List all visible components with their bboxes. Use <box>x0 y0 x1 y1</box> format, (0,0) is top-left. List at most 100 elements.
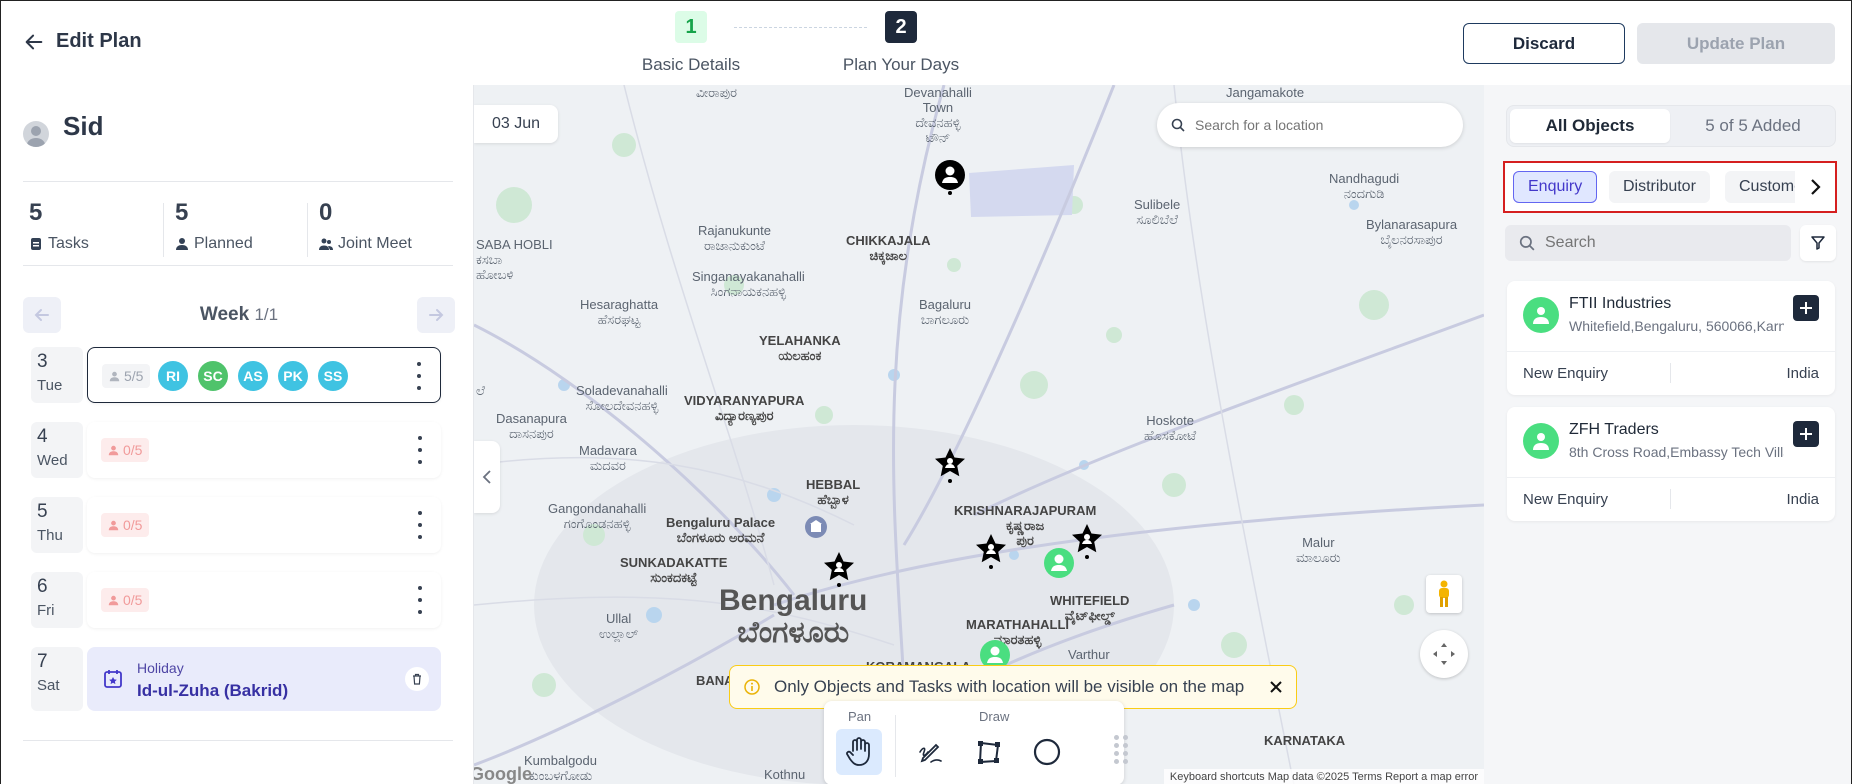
assignee-avatar[interactable]: AS <box>238 361 268 391</box>
map-label: CHIKKAJALA ಚಿಕ್ಕಜಾಲ <box>846 233 931 263</box>
map-label: Hesaraghatta ಹೆಸರಘಟ್ಟ <box>580 297 659 327</box>
stats-row: 5 Tasks 5 Planned 0 Joint Meet <box>23 199 453 259</box>
map-label: Bengaluru Palace ಬೆಂಗಳೂರು ಅರಮನೆ <box>666 515 776 545</box>
map-attribution: Keyboard shortcuts Map data ©2025 Terms … <box>1163 769 1484 784</box>
tab-added-objects[interactable]: 5 of 5 Added <box>1673 109 1833 143</box>
collapse-panel-button[interactable] <box>474 441 500 513</box>
date-chip[interactable]: 03 Jun <box>474 105 558 143</box>
chip-enquiry[interactable]: Enquiry <box>1513 171 1598 203</box>
location-pin-icon[interactable] <box>933 159 967 199</box>
circle-draw-button[interactable] <box>1024 729 1070 775</box>
day-weekday: Wed <box>37 452 68 469</box>
chevron-right-icon <box>1811 179 1821 195</box>
object-card[interactable]: ZFH Traders 8th Cross Road,Embassy Tech … <box>1507 407 1835 521</box>
distributor-pin-icon[interactable] <box>822 551 856 591</box>
day-row-tue[interactable]: 3 Tue 5/5 RI SC AS PK SS <box>31 347 441 403</box>
day-row-wed[interactable]: 4 Wed 0/5 <box>31 422 441 478</box>
map-label: KARNATAKA <box>1264 733 1346 748</box>
update-plan-button[interactable]: Update Plan <box>1637 23 1835 64</box>
assignee-avatar[interactable]: SS <box>318 361 348 391</box>
day-tag: 3 Tue <box>31 347 83 403</box>
user-name: Sid <box>63 111 104 141</box>
toolbar-divider <box>895 715 896 777</box>
header: Edit Plan 1 Basic Details 2 Plan Your Da… <box>1 1 1851 85</box>
page-title: Edit Plan <box>56 30 142 52</box>
task-count: 0/5 <box>123 517 143 533</box>
day-row-sat: 7 Sat Holiday Id-ul-Zuha (Bakrid) <box>31 647 441 711</box>
day-tag: 4 Wed <box>31 422 83 478</box>
day-weekday: Thu <box>37 527 63 544</box>
map-label: HEBBAL ಹೆಬ್ಬಾಳ <box>806 477 861 507</box>
step-number: 2 <box>885 11 917 43</box>
object-card[interactable]: FTII Industries Whitefield,Bengaluru, 56… <box>1507 281 1835 395</box>
distributor-pin-icon[interactable] <box>974 533 1008 573</box>
task-count-badge: 0/5 <box>101 513 150 537</box>
day-row-fri[interactable]: 6 Fri 0/5 <box>31 572 441 628</box>
google-logo: Google <box>474 764 532 784</box>
plus-icon <box>1800 428 1812 440</box>
chips-next-button[interactable] <box>1795 163 1835 211</box>
day-tag: 6 Fri <box>31 572 83 628</box>
day-row-thu[interactable]: 5 Thu 0/5 <box>31 497 441 553</box>
street-view-pegman-icon[interactable] <box>1426 575 1462 613</box>
distributor-pin-icon[interactable] <box>933 447 967 487</box>
map-label: Madavara ಮದವರ <box>579 443 637 473</box>
step-plan-your-days[interactable]: 2 Plan Your Days <box>821 11 981 75</box>
divider <box>1507 477 1835 478</box>
map-label: ವೀರಾಪುರ <box>696 85 738 100</box>
close-icon[interactable] <box>1268 679 1284 695</box>
map-label: Rajanukunte ರಾಜಾನುಕುಂಟೆ <box>698 223 771 253</box>
location-search[interactable] <box>1157 103 1463 147</box>
freehand-draw-button[interactable] <box>908 729 954 775</box>
map-label: SABA HOBLI ಕಸಬಾ ಹೋಬಳಿ <box>476 237 553 282</box>
day-tag: 5 Thu <box>31 497 83 553</box>
calendar-star-icon <box>104 670 122 688</box>
task-doc-icon <box>31 238 41 250</box>
add-object-button[interactable] <box>1793 295 1819 321</box>
drag-handle-icon[interactable] <box>1114 729 1128 769</box>
polygon-draw-button[interactable] <box>966 729 1012 775</box>
stat-divider <box>307 203 308 257</box>
stat-label-row: Joint Meet <box>319 235 412 253</box>
enquiry-pin-icon[interactable] <box>1042 547 1076 587</box>
week-label: Week 1/1 <box>23 304 455 326</box>
chip-distributor[interactable]: Distributor <box>1609 171 1710 203</box>
day-card[interactable]: 0/5 <box>87 572 441 628</box>
more-options-icon[interactable] <box>414 362 424 390</box>
object-search-input[interactable] <box>1545 234 1775 252</box>
back-arrow-icon[interactable] <box>23 31 47 55</box>
map-canvas[interactable]: ವೀರಾಪುರ Devanahalli Town ದೇವನಹಳ್ಳಿ ಟೌನ್ … <box>474 85 1484 784</box>
delete-holiday-button[interactable] <box>405 667 429 691</box>
map-label: Ullal ಉಲ್ಲಾಲ್ <box>599 611 639 641</box>
task-count: 0/5 <box>123 592 143 608</box>
map-label: Soladevanahalli ಸೋಲದೇವನಹಳ್ಳಿ <box>576 383 668 413</box>
day-card[interactable]: 0/5 <box>87 422 441 478</box>
object-type-chips: Enquiry Distributor Customer <box>1503 161 1837 213</box>
more-options-icon[interactable] <box>415 586 425 614</box>
day-card[interactable]: 0/5 <box>87 497 441 553</box>
discard-button[interactable]: Discard <box>1463 23 1625 64</box>
filter-button[interactable] <box>1800 225 1836 261</box>
map-move-control-icon[interactable] <box>1420 630 1468 678</box>
objects-panel: All Objects 5 of 5 Added Enquiry Distrib… <box>1484 85 1851 784</box>
map-label: Singanayakanahalli ಸಿಂಗನಾಯಕನಹಳ್ಳಿ <box>692 269 805 299</box>
pan-tool-button[interactable] <box>836 729 882 775</box>
map-label: Bylanarasapura ಬೈಲನರಸಾಪುರ <box>1366 217 1458 247</box>
circle-icon <box>1033 738 1061 766</box>
object-search[interactable] <box>1505 225 1791 261</box>
person-icon <box>109 371 120 381</box>
assignee-avatar[interactable]: SC <box>198 361 228 391</box>
holiday-card: Holiday Id-ul-Zuha (Bakrid) <box>87 647 441 711</box>
divider <box>1670 489 1671 509</box>
more-options-icon[interactable] <box>415 511 425 539</box>
next-week-button[interactable] <box>417 297 455 333</box>
add-object-button[interactable] <box>1793 421 1819 447</box>
step-basic-details[interactable]: 1 Basic Details <box>621 11 761 75</box>
more-options-icon[interactable] <box>415 436 425 464</box>
map-label: SUNKADAKATTE ಸುಂಕದಕಟ್ಟೆ <box>620 555 728 585</box>
location-search-input[interactable] <box>1195 117 1435 133</box>
assignee-avatar[interactable]: RI <box>158 361 188 391</box>
assignee-avatar[interactable]: PK <box>278 361 308 391</box>
day-card[interactable]: 5/5 RI SC AS PK SS <box>87 347 441 403</box>
tab-all-objects[interactable]: All Objects <box>1510 109 1670 143</box>
